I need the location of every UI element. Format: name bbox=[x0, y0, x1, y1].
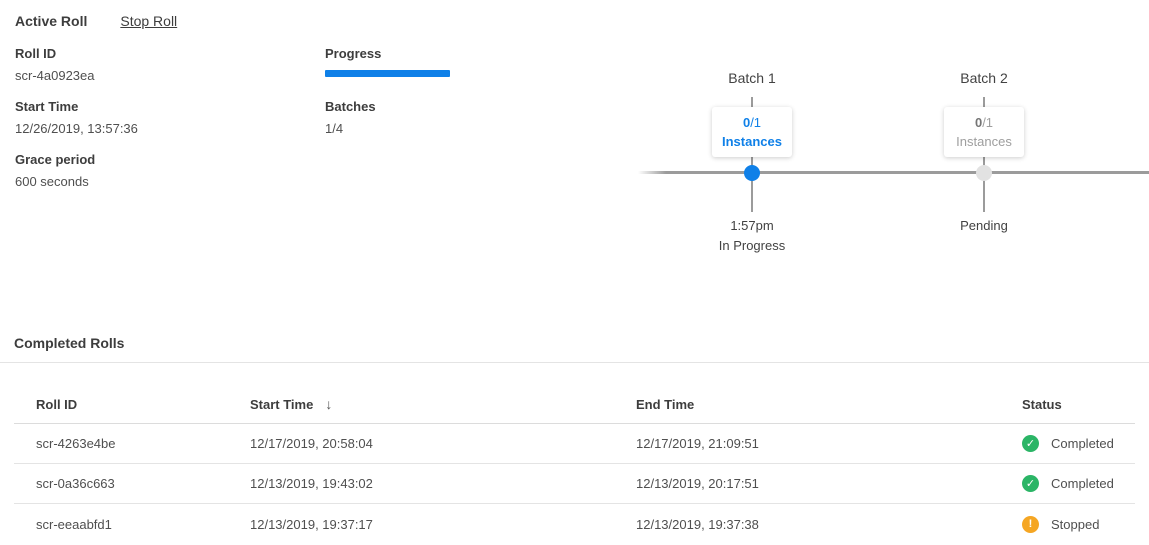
sort-descending-icon[interactable]: ↓ bbox=[325, 396, 332, 412]
stop-roll-link[interactable]: Stop Roll bbox=[120, 13, 177, 29]
batch-name: Batch 2 bbox=[904, 70, 1064, 86]
cell-roll-id: scr-4263e4be bbox=[14, 436, 250, 451]
roll-details: Roll ID scr-4a0923ea Start Time 12/26/20… bbox=[15, 46, 138, 205]
cell-start-time: 12/13/2019, 19:43:02 bbox=[250, 476, 636, 491]
table-row[interactable]: scr-0a36c663 12/13/2019, 19:43:02 12/13/… bbox=[14, 464, 1135, 504]
batch-instance-unit: Instances bbox=[712, 132, 792, 151]
timeline-dot-pending bbox=[976, 165, 992, 181]
cell-start-time: 12/17/2019, 20:58:04 bbox=[250, 436, 636, 451]
table-header-row: Roll ID Start Time↓ End Time Status bbox=[14, 363, 1135, 424]
cell-roll-id: scr-0a36c663 bbox=[14, 476, 250, 491]
table-row[interactable]: scr-eeaabfd1 12/13/2019, 19:37:17 12/13/… bbox=[14, 504, 1135, 544]
active-roll-header: Active Roll Stop Roll bbox=[15, 13, 177, 29]
batch-status: In Progress bbox=[672, 238, 832, 253]
batch-time: 1:57pm bbox=[672, 218, 832, 233]
status-label: Completed bbox=[1051, 476, 1114, 491]
batch-instances-card[interactable]: 0/1 Instances bbox=[712, 107, 792, 157]
batch-instances-card[interactable]: 0/1 Instances bbox=[944, 107, 1024, 157]
progress-bar bbox=[325, 70, 450, 77]
cell-status: ✓ Completed bbox=[1022, 475, 1135, 492]
status-check-icon: ✓ bbox=[1022, 435, 1039, 452]
timeline-dot-active bbox=[744, 165, 760, 181]
column-header-start-time[interactable]: Start Time↓ bbox=[250, 396, 636, 412]
batch-time: Pending bbox=[904, 218, 1064, 233]
timeline-batch-2[interactable]: Batch 2 0/1 Instances Pending bbox=[904, 70, 1064, 86]
progress-bar-fill bbox=[325, 70, 450, 77]
table-row[interactable]: scr-4263e4be 12/17/2019, 20:58:04 12/17/… bbox=[14, 424, 1135, 464]
grace-period-value: 600 seconds bbox=[15, 174, 138, 189]
timeline-batch-1[interactable]: Batch 1 0/1 Instances 1:57pm In Progress bbox=[672, 70, 832, 86]
cell-end-time: 12/17/2019, 21:09:51 bbox=[636, 436, 1022, 451]
column-header-roll-id[interactable]: Roll ID bbox=[14, 397, 250, 412]
cell-status: ✓ Completed bbox=[1022, 435, 1135, 452]
completed-rolls-section: Completed Rolls Roll ID Start Time↓ End … bbox=[0, 318, 1149, 544]
active-roll-title: Active Roll bbox=[15, 13, 87, 29]
cell-end-time: 12/13/2019, 20:17:51 bbox=[636, 476, 1022, 491]
start-time-label: Start Time bbox=[15, 99, 138, 114]
column-header-end-time[interactable]: End Time bbox=[636, 397, 1022, 412]
column-header-status[interactable]: Status bbox=[1022, 397, 1135, 412]
cell-start-time: 12/13/2019, 19:37:17 bbox=[250, 517, 636, 532]
cell-roll-id: scr-eeaabfd1 bbox=[14, 517, 250, 532]
progress-column: Progress Batches 1/4 bbox=[325, 46, 450, 150]
roll-timeline: Batch 1 0/1 Instances 1:57pm In Progress… bbox=[638, 70, 1149, 270]
batches-value: 1/4 bbox=[325, 121, 450, 136]
batch-instance-count: 0/1 bbox=[944, 113, 1024, 132]
status-label: Completed bbox=[1051, 436, 1114, 451]
roll-id-label: Roll ID bbox=[15, 46, 138, 61]
start-time-field: Start Time 12/26/2019, 13:57:36 bbox=[15, 99, 138, 136]
progress-label: Progress bbox=[325, 46, 450, 61]
status-label: Stopped bbox=[1051, 517, 1099, 532]
cell-end-time: 12/13/2019, 19:37:38 bbox=[636, 517, 1022, 532]
status-warning-icon: ! bbox=[1022, 516, 1039, 533]
batch-name: Batch 1 bbox=[672, 70, 832, 86]
roll-id-value: scr-4a0923ea bbox=[15, 68, 138, 83]
timeline-axis bbox=[638, 171, 1149, 174]
active-roll-section: Active Roll Stop Roll Roll ID scr-4a0923… bbox=[0, 0, 1149, 318]
completed-rolls-table: Roll ID Start Time↓ End Time Status scr-… bbox=[14, 363, 1135, 544]
grace-period-field: Grace period 600 seconds bbox=[15, 152, 138, 189]
start-time-value: 12/26/2019, 13:57:36 bbox=[15, 121, 138, 136]
completed-rolls-title: Completed Rolls bbox=[14, 335, 1149, 351]
status-check-icon: ✓ bbox=[1022, 475, 1039, 492]
batches-label: Batches bbox=[325, 99, 450, 114]
batch-instance-count: 0/1 bbox=[712, 113, 792, 132]
batch-instance-unit: Instances bbox=[944, 132, 1024, 151]
cell-status: ! Stopped bbox=[1022, 516, 1135, 533]
grace-period-label: Grace period bbox=[15, 152, 138, 167]
roll-id-field: Roll ID scr-4a0923ea bbox=[15, 46, 138, 83]
